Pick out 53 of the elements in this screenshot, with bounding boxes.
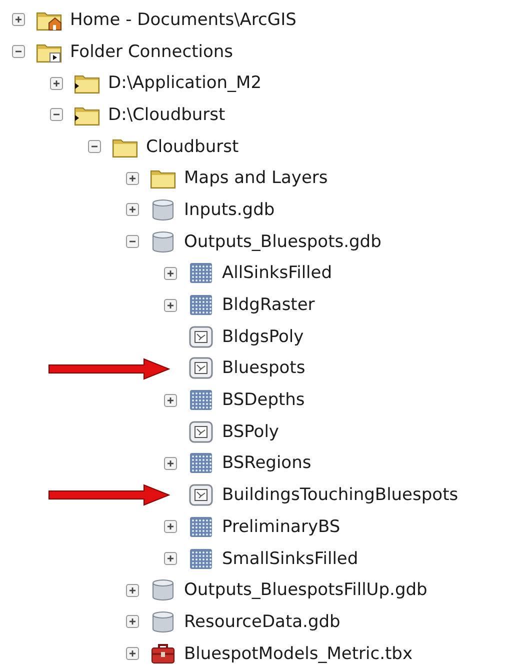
raster-grid-icon xyxy=(188,548,214,570)
expand-toggle[interactable] xyxy=(164,456,177,470)
tree-item-label[interactable]: BldgRaster xyxy=(222,295,315,316)
expand-toggle[interactable] xyxy=(164,520,177,534)
expand-toggle[interactable] xyxy=(12,13,25,26)
raster-grid-icon xyxy=(188,516,214,538)
expand-toggle[interactable] xyxy=(164,298,177,312)
toolbox-icon xyxy=(150,642,176,665)
raster-grid-icon xyxy=(188,294,214,316)
tree-item-label[interactable]: Maps and Layers xyxy=(184,168,328,188)
collapse-toggle[interactable] xyxy=(50,108,63,122)
tree-item-label[interactable]: Inputs.gdb xyxy=(184,200,275,220)
expand-toggle[interactable] xyxy=(126,172,139,185)
tree-item-label[interactable]: BldgsPoly xyxy=(222,326,304,347)
database-icon xyxy=(150,579,176,602)
expand-toggle[interactable] xyxy=(164,266,177,280)
expand-toggle[interactable] xyxy=(50,76,63,90)
tree-item-label[interactable]: D:\Cloudburst xyxy=(108,104,226,125)
raster-grid-icon xyxy=(188,262,214,284)
collapse-toggle[interactable] xyxy=(126,235,139,248)
expand-toggle[interactable] xyxy=(164,394,177,407)
tree-item-label[interactable]: Outputs_BluespotsFillUp.gdb xyxy=(184,580,428,600)
polygon-layer-icon xyxy=(188,420,214,443)
raster-grid-icon xyxy=(188,389,214,412)
collapse-toggle[interactable] xyxy=(12,45,25,58)
tree-item-label[interactable]: BSDepths xyxy=(222,390,305,410)
tree-item-label[interactable]: BluespotModels_Metric.tbx xyxy=(184,644,413,664)
polygon-layer-icon xyxy=(188,326,214,348)
polygon-layer-icon xyxy=(188,357,214,380)
tree-item-label[interactable]: Folder Connections xyxy=(70,42,233,62)
tree-item-label[interactable]: D:\Application_M2 xyxy=(108,73,262,94)
expand-toggle[interactable] xyxy=(126,203,139,216)
tree-item-label[interactable]: Home - Documents\ArcGIS xyxy=(70,10,296,30)
database-icon xyxy=(150,230,176,253)
tree-item-label[interactable]: Cloudburst xyxy=(146,136,239,157)
tree-item-label[interactable]: BSRegions xyxy=(222,453,312,474)
tree-item-label[interactable]: BSPoly xyxy=(222,422,279,442)
expand-toggle[interactable] xyxy=(126,584,139,597)
database-icon xyxy=(150,198,176,221)
tree-item-label[interactable]: BuildingsTouchingBluespots xyxy=(222,485,458,506)
database-icon xyxy=(150,610,176,633)
expand-toggle[interactable] xyxy=(164,552,177,566)
tree-item-label[interactable]: AllSinksFilled xyxy=(222,263,332,284)
polygon-layer-icon xyxy=(188,484,214,506)
expand-toggle[interactable] xyxy=(126,615,139,628)
tree-item-label[interactable]: PreliminaryBS xyxy=(222,516,340,537)
collapse-toggle[interactable] xyxy=(88,140,101,154)
tree-item-label[interactable]: ResourceData.gdb xyxy=(184,612,340,632)
tree-item-label[interactable]: Bluespots xyxy=(222,358,306,378)
tree-item-label[interactable]: SmallSinksFilled xyxy=(222,548,358,569)
tree-item-label[interactable]: Outputs_Bluespots.gdb xyxy=(184,232,382,252)
raster-grid-icon xyxy=(188,452,214,474)
expand-toggle[interactable] xyxy=(126,647,139,660)
